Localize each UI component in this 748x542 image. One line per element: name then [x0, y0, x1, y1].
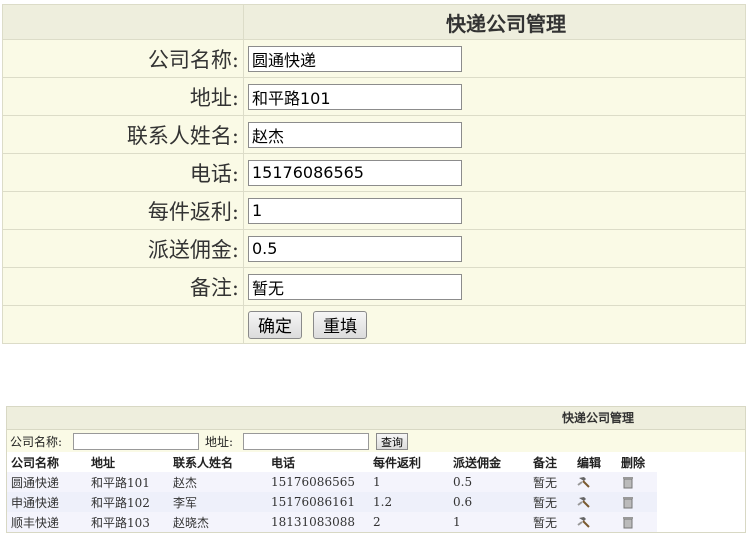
rebate-label: 每件返利: [2, 191, 244, 230]
cell-commission: 0.6 [449, 492, 529, 512]
phone-input[interactable] [248, 159, 462, 186]
company-name-input[interactable] [248, 45, 462, 72]
address-input[interactable] [248, 83, 462, 110]
company-list-panel: 快递公司管理 公司名称: 地址: 查询 公司名称 地址 联系人姓名 电话 每件返… [6, 406, 746, 533]
field-row-actions: 确定 重填 [2, 305, 746, 344]
cell-company-name: 申通快递 [7, 492, 87, 512]
commission-input[interactable] [248, 235, 462, 262]
trash-icon[interactable] [621, 475, 635, 489]
edit-hammer-icon[interactable] [577, 495, 591, 509]
list-title: 快递公司管理 [562, 411, 635, 425]
cell-phone: 15176086565 [267, 472, 369, 492]
col-rebate: 每件返利 [369, 452, 449, 472]
col-edit: 编辑 [573, 452, 617, 472]
remark-label: 备注: [2, 267, 244, 306]
search-name-label: 公司名称: [10, 435, 63, 449]
field-row-remark: 备注: [2, 267, 746, 306]
field-row-contact: 联系人姓名: [2, 115, 746, 154]
cell-rebate: 1.2 [369, 492, 449, 512]
remark-input[interactable] [248, 273, 462, 300]
company-name-label: 公司名称: [2, 39, 244, 78]
cell-phone: 18131083088 [267, 512, 369, 532]
field-row-address: 地址: [2, 77, 746, 116]
cell-rebate: 2 [369, 512, 449, 532]
company-form: 快递公司管理 公司名称: 地址: 联系人姓名: 电话: 每件返利: 派送佣金: … [2, 4, 746, 344]
query-button[interactable]: 查询 [376, 433, 408, 450]
contact-name-input[interactable] [248, 121, 462, 148]
cell-contact: 赵杰 [169, 472, 267, 492]
list-header: 快递公司管理 [7, 407, 745, 429]
company-table: 公司名称 地址 联系人姓名 电话 每件返利 派送佣金 备注 编辑 删除 圆通快递… [7, 452, 657, 532]
search-address-input[interactable] [243, 433, 369, 450]
col-address: 地址 [87, 452, 169, 472]
contact-name-label: 联系人姓名: [2, 115, 244, 154]
trash-icon[interactable] [621, 495, 635, 509]
col-contact: 联系人姓名 [169, 452, 267, 472]
cell-address: 和平路102 [87, 492, 169, 512]
form-title-row: 快递公司管理 [2, 4, 746, 40]
cell-remark: 暂无 [529, 492, 573, 512]
cell-commission: 1 [449, 512, 529, 532]
cell-company-name: 顺丰快递 [7, 512, 87, 532]
field-row-phone: 电话: [2, 153, 746, 192]
search-name-input[interactable] [73, 433, 199, 450]
table-row: 顺丰快递 和平路103 赵晓杰 18131083088 2 1 暂无 [7, 512, 657, 532]
col-remark: 备注 [529, 452, 573, 472]
cell-rebate: 1 [369, 472, 449, 492]
cell-contact: 李军 [169, 492, 267, 512]
cell-commission: 0.5 [449, 472, 529, 492]
cell-remark: 暂无 [529, 512, 573, 532]
address-label: 地址: [2, 77, 244, 116]
col-company-name: 公司名称 [7, 452, 87, 472]
reset-button[interactable]: 重填 [313, 310, 368, 339]
cell-address: 和平路101 [87, 472, 169, 492]
edit-hammer-icon[interactable] [577, 475, 591, 489]
search-bar: 公司名称: 地址: 查询 [7, 429, 745, 452]
commission-label: 派送佣金: [2, 229, 244, 268]
trash-icon[interactable] [621, 515, 635, 529]
col-delete: 删除 [617, 452, 657, 472]
rebate-input[interactable] [248, 197, 462, 224]
cell-phone: 15176086161 [267, 492, 369, 512]
confirm-button[interactable]: 确定 [248, 310, 302, 339]
field-row-commission: 派送佣金: [2, 229, 746, 268]
field-row-rebate: 每件返利: [2, 191, 746, 230]
table-row: 圆通快递 和平路101 赵杰 15176086565 1 0.5 暂无 [7, 472, 657, 492]
cell-contact: 赵晓杰 [169, 512, 267, 532]
edit-hammer-icon[interactable] [577, 515, 591, 529]
field-row-company-name: 公司名称: [2, 39, 746, 78]
form-title: 快递公司管理 [446, 11, 566, 36]
phone-label: 电话: [2, 153, 244, 192]
search-address-label: 地址: [205, 435, 234, 449]
cell-company-name: 圆通快递 [7, 472, 87, 492]
col-commission: 派送佣金 [449, 452, 529, 472]
cell-remark: 暂无 [529, 472, 573, 492]
cell-address: 和平路103 [87, 512, 169, 532]
table-header-row: 公司名称 地址 联系人姓名 电话 每件返利 派送佣金 备注 编辑 删除 [7, 452, 657, 472]
col-phone: 电话 [267, 452, 369, 472]
table-row: 申通快递 和平路102 李军 15176086161 1.2 0.6 暂无 [7, 492, 657, 512]
